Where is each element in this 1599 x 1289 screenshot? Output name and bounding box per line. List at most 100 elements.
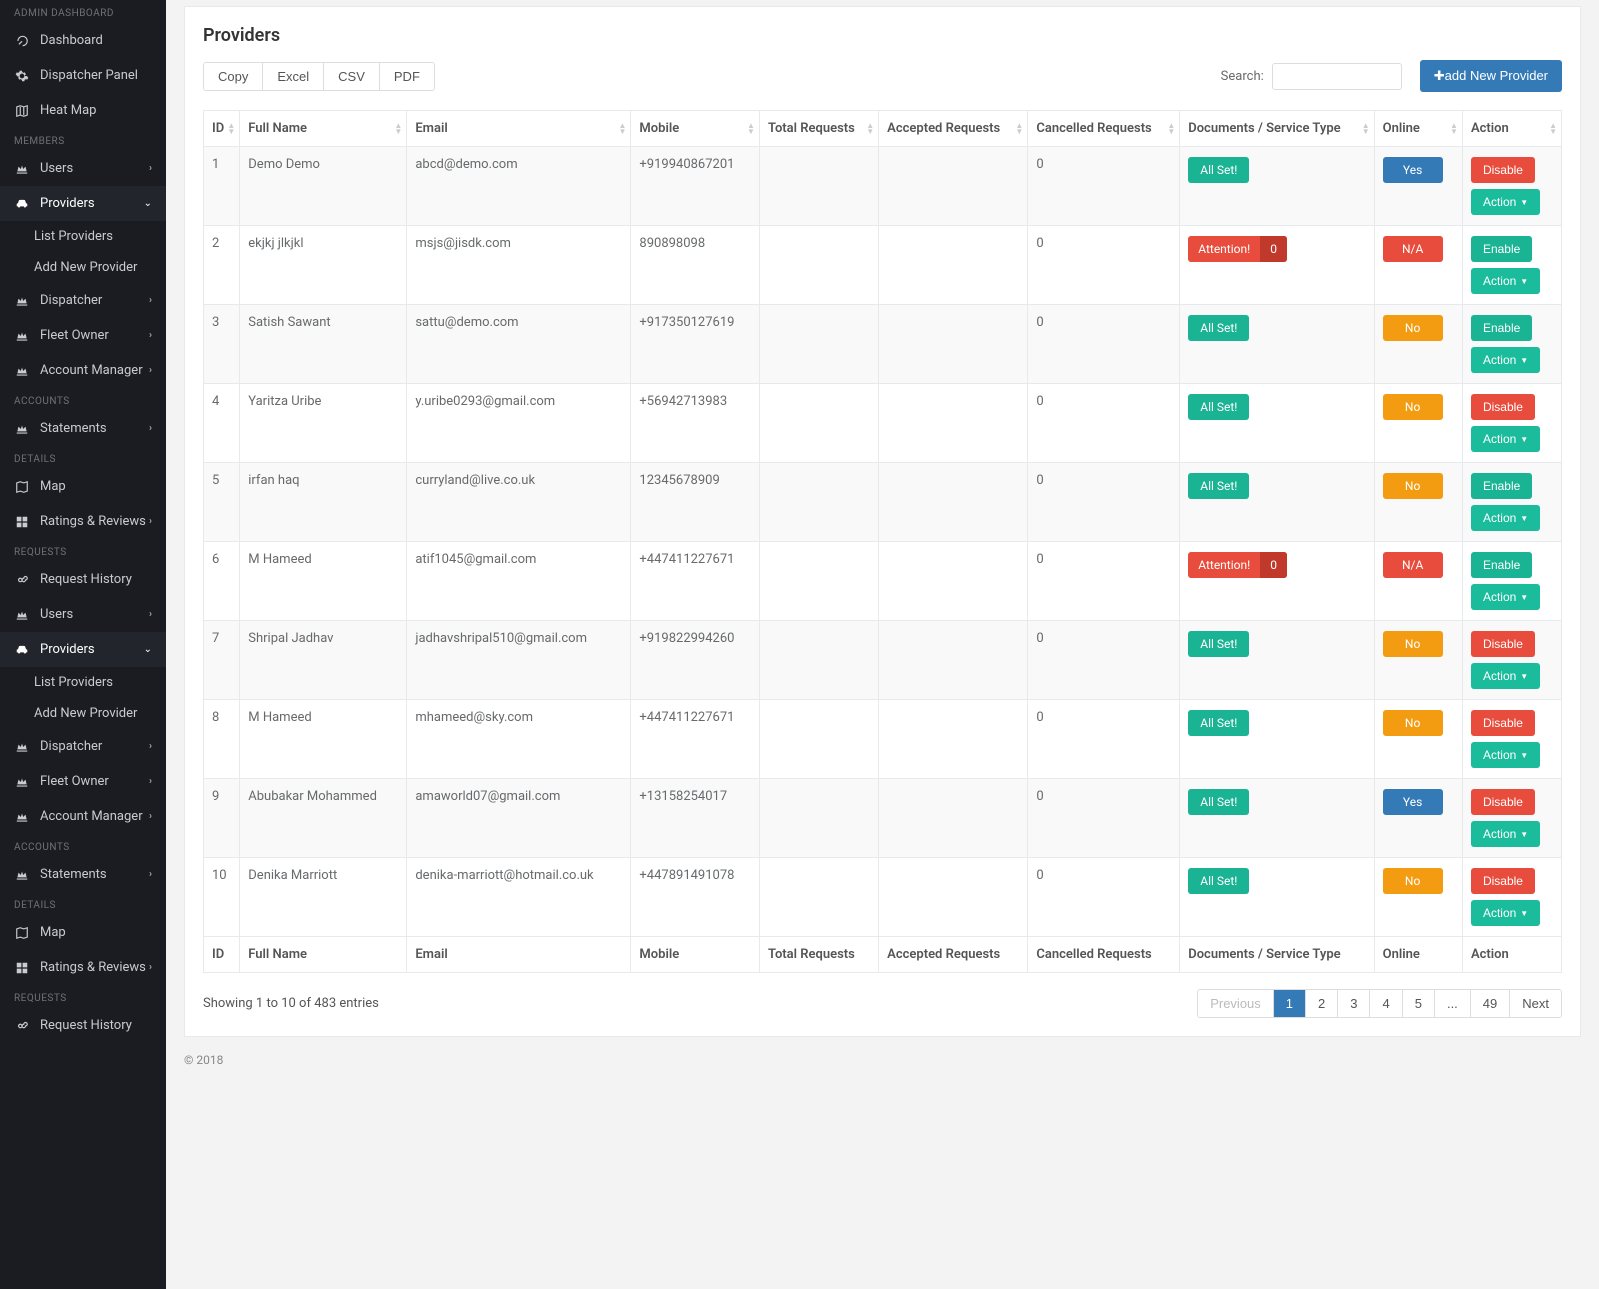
nav-request-history[interactable]: Request History xyxy=(0,562,166,597)
nav-statements-2[interactable]: Statements › xyxy=(0,857,166,892)
nav-fleet-owner[interactable]: Fleet Owner › xyxy=(0,318,166,353)
docs-allset-badge[interactable]: All Set! xyxy=(1188,710,1249,736)
online-badge[interactable]: No xyxy=(1383,394,1443,420)
docs-allset-badge[interactable]: All Set! xyxy=(1188,473,1249,499)
disable-button[interactable]: Disable xyxy=(1471,157,1535,183)
page-footer: © 2018 xyxy=(184,1037,1581,1087)
online-badge[interactable]: Yes xyxy=(1383,157,1443,183)
enable-button[interactable]: Enable xyxy=(1471,315,1532,341)
nav-list-providers[interactable]: List Providers xyxy=(0,221,166,252)
docs-allset-badge[interactable]: All Set! xyxy=(1188,631,1249,657)
crown-icon xyxy=(14,740,30,754)
table-row: 3Satish Sawantsattu@demo.com+91735012761… xyxy=(204,305,1562,384)
online-badge[interactable]: Yes xyxy=(1383,789,1443,815)
enable-button[interactable]: Enable xyxy=(1471,473,1532,499)
action-dropdown-button[interactable]: Action ▼ xyxy=(1471,189,1540,215)
search-input[interactable] xyxy=(1272,63,1402,90)
online-badge[interactable]: N/A xyxy=(1383,552,1443,578)
online-badge[interactable]: No xyxy=(1383,473,1443,499)
nav-map-2[interactable]: Map xyxy=(0,915,166,950)
docs-allset-badge[interactable]: All Set! xyxy=(1188,868,1249,894)
th-id[interactable]: ID▲▼ xyxy=(204,111,240,147)
page-button[interactable]: 49 xyxy=(1471,990,1510,1017)
page-prev-button[interactable]: Previous xyxy=(1198,990,1274,1017)
action-dropdown-button[interactable]: Action ▼ xyxy=(1471,821,1540,847)
copy-button[interactable]: Copy xyxy=(204,63,263,90)
page-button[interactable]: 5 xyxy=(1403,990,1435,1017)
enable-button[interactable]: Enable xyxy=(1471,236,1532,262)
add-new-provider-button[interactable]: ✚add New Provider xyxy=(1420,60,1562,92)
page-button[interactable]: 4 xyxy=(1370,990,1402,1017)
docs-allset-badge[interactable]: All Set! xyxy=(1188,394,1249,420)
th-action[interactable]: Action▲▼ xyxy=(1462,111,1561,147)
action-dropdown-button[interactable]: Action ▼ xyxy=(1471,584,1540,610)
nav-fleet-owner-2[interactable]: Fleet Owner › xyxy=(0,764,166,799)
excel-button[interactable]: Excel xyxy=(263,63,324,90)
chevron-right-icon: › xyxy=(149,295,152,306)
nav-account-manager[interactable]: Account Manager › xyxy=(0,353,166,388)
page-button[interactable]: ... xyxy=(1435,990,1471,1017)
action-dropdown-button[interactable]: Action ▼ xyxy=(1471,426,1540,452)
nav-users[interactable]: Users › xyxy=(0,151,166,186)
nav-dashboard[interactable]: Dashboard xyxy=(0,23,166,58)
nav-users-2[interactable]: Users › xyxy=(0,597,166,632)
nav-dispatcher[interactable]: Dispatcher › xyxy=(0,283,166,318)
nav-dispatcher-panel[interactable]: Dispatcher Panel xyxy=(0,58,166,93)
pdf-button[interactable]: PDF xyxy=(380,63,434,90)
providers-panel: Providers Copy Excel CSV PDF Search: ✚ad… xyxy=(184,6,1581,1037)
nav-heat-map[interactable]: Heat Map xyxy=(0,93,166,128)
docs-attention-badge[interactable]: Attention!0 xyxy=(1188,552,1287,578)
page-button[interactable]: 3 xyxy=(1338,990,1370,1017)
page-next-button[interactable]: Next xyxy=(1510,990,1561,1017)
docs-allset-badge[interactable]: All Set! xyxy=(1188,789,1249,815)
nav-ratings-reviews[interactable]: Ratings & Reviews › xyxy=(0,504,166,539)
th-total-requests[interactable]: Total Requests▲▼ xyxy=(759,111,878,147)
action-dropdown-button[interactable]: Action ▼ xyxy=(1471,742,1540,768)
action-dropdown-button[interactable]: Action ▼ xyxy=(1471,900,1540,926)
table-row: 1Demo Demoabcd@demo.com+9199408672010All… xyxy=(204,147,1562,226)
online-badge[interactable]: No xyxy=(1383,710,1443,736)
docs-attention-badge[interactable]: Attention!0 xyxy=(1188,236,1287,262)
online-badge[interactable]: No xyxy=(1383,868,1443,894)
nav-request-history-2[interactable]: Request History xyxy=(0,1008,166,1043)
page-button[interactable]: 2 xyxy=(1306,990,1338,1017)
online-badge[interactable]: No xyxy=(1383,631,1443,657)
th-documents[interactable]: Documents / Service Type▲▼ xyxy=(1180,111,1374,147)
disable-button[interactable]: Disable xyxy=(1471,710,1535,736)
nav-label: Heat Map xyxy=(40,103,96,118)
action-dropdown-button[interactable]: Action ▼ xyxy=(1471,663,1540,689)
th-accepted-requests[interactable]: Accepted Requests▲▼ xyxy=(879,111,1028,147)
disable-button[interactable]: Disable xyxy=(1471,631,1535,657)
page-button[interactable]: 1 xyxy=(1274,990,1306,1017)
th-email[interactable]: Email▲▼ xyxy=(407,111,631,147)
nav-providers[interactable]: Providers ⌄ xyxy=(0,186,166,221)
cell-action: Enable Action ▼ xyxy=(1462,226,1561,305)
nav-add-new-provider[interactable]: Add New Provider xyxy=(0,252,166,283)
disable-button[interactable]: Disable xyxy=(1471,868,1535,894)
disable-button[interactable]: Disable xyxy=(1471,789,1535,815)
nav-dispatcher-2[interactable]: Dispatcher › xyxy=(0,729,166,764)
online-badge[interactable]: N/A xyxy=(1383,236,1443,262)
th-mobile[interactable]: Mobile▲▼ xyxy=(631,111,760,147)
th-cancelled-requests[interactable]: Cancelled Requests▲▼ xyxy=(1028,111,1180,147)
docs-allset-badge[interactable]: All Set! xyxy=(1188,157,1249,183)
th-full-name[interactable]: Full Name▲▼ xyxy=(240,111,407,147)
nav-label: Providers xyxy=(40,196,95,211)
nav-list-providers-2[interactable]: List Providers xyxy=(0,667,166,698)
action-dropdown-button[interactable]: Action ▼ xyxy=(1471,347,1540,373)
nav-statements[interactable]: Statements › xyxy=(0,411,166,446)
nav-account-manager-2[interactable]: Account Manager › xyxy=(0,799,166,834)
action-dropdown-button[interactable]: Action ▼ xyxy=(1471,268,1540,294)
action-dropdown-button[interactable]: Action ▼ xyxy=(1471,505,1540,531)
disable-button[interactable]: Disable xyxy=(1471,394,1535,420)
cell-action: Disable Action ▼ xyxy=(1462,858,1561,937)
docs-allset-badge[interactable]: All Set! xyxy=(1188,315,1249,341)
csv-button[interactable]: CSV xyxy=(324,63,380,90)
nav-ratings-reviews-2[interactable]: Ratings & Reviews › xyxy=(0,950,166,985)
nav-map[interactable]: Map xyxy=(0,469,166,504)
nav-providers-2[interactable]: Providers ⌄ xyxy=(0,632,166,667)
th-online[interactable]: Online▲▼ xyxy=(1374,111,1462,147)
nav-add-new-provider-2[interactable]: Add New Provider xyxy=(0,698,166,729)
enable-button[interactable]: Enable xyxy=(1471,552,1532,578)
online-badge[interactable]: No xyxy=(1383,315,1443,341)
